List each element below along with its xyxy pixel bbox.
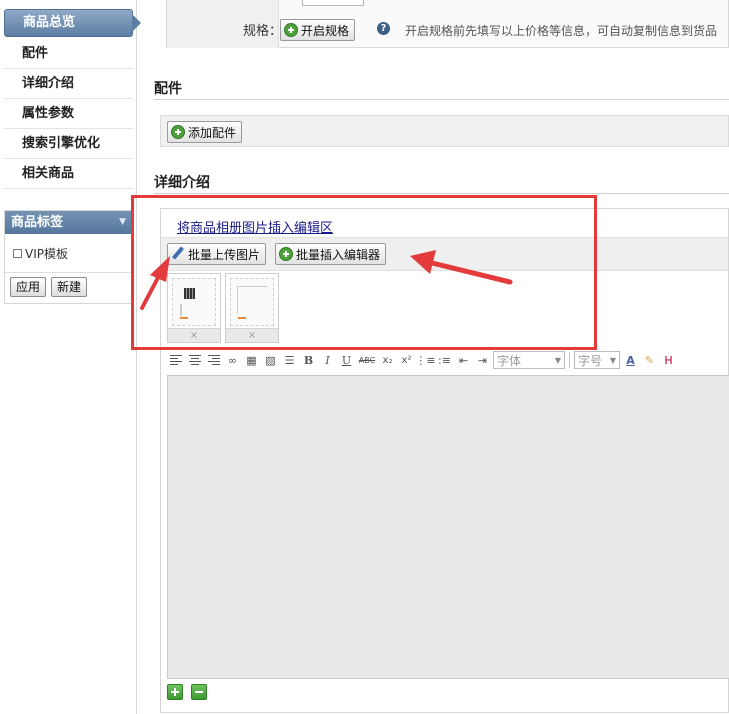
sidebar-item-seo[interactable]: 搜索引擎优化	[4, 129, 133, 159]
plus-circle-icon	[284, 23, 298, 37]
align-left-icon[interactable]	[167, 351, 184, 369]
accessories-box: 添加配件	[160, 115, 729, 147]
enable-spec-label: 开启规格	[301, 23, 350, 38]
plus-circle-icon	[171, 125, 185, 139]
add-accessory-label: 添加配件	[188, 125, 237, 140]
sidebar-item-accessories[interactable]: 配件	[4, 39, 133, 69]
spec-hint-text: 开启规格前先填写以上价格等信息，可自动复制信息到货品	[405, 24, 718, 38]
new-tag-button[interactable]: 新建	[51, 277, 88, 297]
sidebar-item-label: 属性参数	[22, 106, 75, 121]
font-family-select[interactable]: 字体 ▼	[493, 351, 565, 369]
help-icon[interactable]: ?	[377, 22, 390, 35]
editor-toolbar: ∞ ▦ ▨ ☰ B I U ABC x₂ x² ⋮≡ :≡ ⇤ ⇥ 字体 ▼ 字…	[167, 349, 729, 371]
image-icon[interactable]: ▨	[262, 351, 279, 369]
editor-content-area[interactable]	[167, 375, 729, 679]
batch-insert-button[interactable]: 批量插入编辑器	[275, 243, 387, 265]
thumbnail-image	[230, 278, 274, 326]
outdent-icon[interactable]: ⇤	[455, 351, 472, 369]
insert-album-images-link[interactable]: 将商品相册图片插入编辑区	[177, 217, 333, 236]
indent-icon[interactable]: ⇥	[474, 351, 491, 369]
superscript-icon[interactable]: x²	[398, 351, 415, 369]
tags-panel: 商品标签 ▼ VIP模板 应用 新建	[4, 210, 133, 304]
price-input[interactable]	[302, 0, 364, 6]
sidebar-item-overview[interactable]: 商品总览	[4, 9, 141, 37]
add-accessory-button[interactable]: 添加配件	[167, 121, 243, 143]
spec-label: 规格：	[243, 24, 283, 39]
font-size-select[interactable]: 字号 ▼	[574, 351, 620, 369]
ordered-list-icon[interactable]: ⋮≡	[415, 351, 435, 369]
image-thumbnail[interactable]: ×	[225, 273, 279, 343]
horizontal-rule-icon[interactable]: ☰	[281, 351, 298, 369]
remove-thumbnail-button[interactable]: ×	[226, 328, 278, 342]
tags-panel-header[interactable]: 商品标签 ▼	[5, 211, 132, 234]
heading-icon[interactable]: H	[660, 351, 677, 369]
sidebar: 商品总览 配件 详细介绍 属性参数 搜索引擎优化 相关商品 商品标签 ▼ VIP…	[0, 0, 141, 714]
bold-icon[interactable]: B	[300, 351, 317, 369]
accessories-section-title: 配件	[154, 81, 182, 97]
expand-icon[interactable]	[167, 684, 183, 700]
batch-insert-label: 批量插入编辑器	[296, 247, 381, 262]
sidebar-item-label: 商品总览	[23, 15, 76, 30]
unordered-list-icon[interactable]: :≡	[436, 351, 453, 369]
thumbnail-image	[172, 278, 216, 326]
tags-panel-title: 商品标签	[11, 215, 64, 230]
font-size-value: 字号	[578, 353, 603, 368]
sidebar-item-label: 详细介绍	[22, 76, 75, 91]
highlight-icon[interactable]: ✎	[641, 351, 658, 369]
pencil-icon	[171, 247, 185, 261]
main-content: 规格： 开启规格 ? 开启规格前先填写以上价格等信息，可自动复制信息到货品 配件…	[150, 0, 729, 714]
details-box: 将商品相册图片插入编辑区 批量上传图片 批量插入编辑器 × × ∞ ▦ ▨ ☰ …	[160, 208, 729, 713]
batch-upload-button[interactable]: 批量上传图片	[167, 243, 267, 265]
chevron-down-icon: ▼	[609, 355, 616, 365]
sidebar-item-label: 相关商品	[22, 166, 75, 181]
batch-upload-label: 批量上传图片	[188, 247, 261, 262]
subscript-icon[interactable]: x₂	[379, 351, 396, 369]
enable-spec-button[interactable]: 开启规格	[280, 19, 356, 41]
vip-template-label: VIP模板	[25, 246, 68, 261]
image-thumbnail[interactable]: ×	[167, 273, 221, 343]
section-divider	[154, 193, 729, 194]
align-right-icon[interactable]	[205, 351, 222, 369]
plus-circle-icon	[279, 247, 293, 261]
italic-icon[interactable]: I	[319, 351, 336, 369]
details-section-title: 详细介绍	[154, 175, 210, 191]
spec-row: 规格： 开启规格 ? 开启规格前先填写以上价格等信息，可自动复制信息到货品	[166, 0, 729, 48]
strikethrough-icon[interactable]: ABC	[357, 351, 377, 369]
link-icon[interactable]: ∞	[224, 351, 241, 369]
checkbox-icon[interactable]	[13, 248, 22, 258]
table-icon[interactable]: ▦	[243, 351, 260, 369]
collapse-icon[interactable]	[191, 684, 207, 700]
sidebar-item-attributes[interactable]: 属性参数	[4, 99, 133, 129]
sidebar-item-details[interactable]: 详细介绍	[4, 69, 133, 99]
chevron-down-icon: ▼	[554, 355, 561, 365]
section-divider	[154, 99, 729, 100]
sidebar-item-label: 配件	[22, 46, 49, 61]
font-color-icon[interactable]: A	[622, 351, 639, 369]
upload-bar: 批量上传图片 批量插入编辑器	[161, 237, 728, 271]
apply-button[interactable]: 应用	[10, 277, 47, 297]
chevron-down-icon[interactable]: ▼	[119, 211, 126, 234]
sidebar-item-label: 搜索引擎优化	[22, 136, 101, 151]
active-indicator-icon	[132, 14, 141, 32]
vip-template-checkbox[interactable]: VIP模板	[13, 244, 124, 262]
font-family-value: 字体	[497, 353, 522, 368]
underline-icon[interactable]: U	[338, 351, 355, 369]
remove-thumbnail-button[interactable]: ×	[168, 328, 220, 342]
sidebar-item-related[interactable]: 相关商品	[4, 159, 133, 189]
align-center-icon[interactable]	[186, 351, 203, 369]
